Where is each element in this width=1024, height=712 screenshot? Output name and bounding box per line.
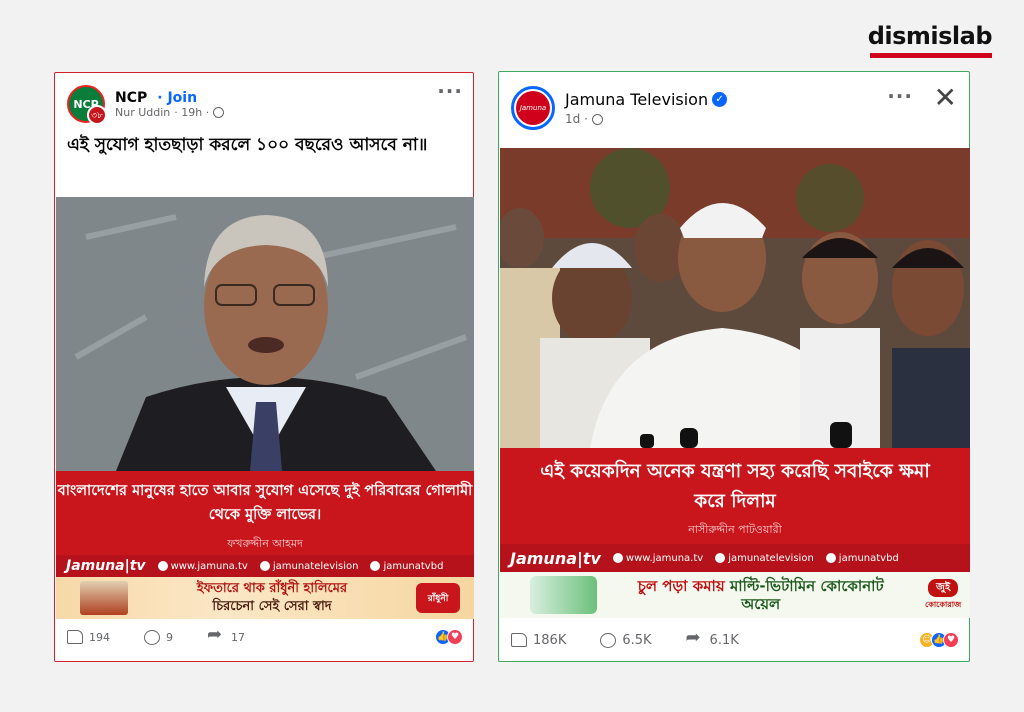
love-reaction-icon: ♥ [447, 629, 463, 645]
share-icon [207, 624, 225, 645]
ad-text-green: মাল্টি-ভিটামিন কোকোনাট অয়েল [729, 577, 884, 613]
post-photo[interactable] [500, 148, 970, 448]
share-count: 6.1K [709, 632, 739, 648]
like-count: 186K [533, 632, 567, 648]
banner-quote: বাংলাদেশের মানুষের হাতে আবার সুযোগ এসেছে… [57, 483, 473, 523]
post-photo[interactable] [56, 197, 474, 471]
post-caption: এই সুযোগ হাতছাড়া করলে ১০০ বছরেও আসবে না… [67, 135, 428, 155]
jamuna-logo: Jamuna|tv [66, 558, 146, 574]
jamuna-avatar-logo: Jamuna [516, 91, 550, 125]
page-avatar[interactable]: Jamuna [511, 86, 555, 130]
globe-icon [213, 106, 225, 118]
share-button[interactable]: 6.1K [686, 627, 739, 648]
comment-button[interactable]: 9 [144, 629, 173, 645]
group-name[interactable]: NCP [115, 90, 147, 106]
post-meta: Nur Uddin · 19h · [115, 106, 225, 119]
ad-line-1: ইফতারে থাক রাঁধুনী হালিমের [196, 581, 348, 596]
web-link-text: www.jamuna.tv [625, 552, 704, 564]
globe-icon [591, 113, 603, 125]
facebook-link-text: jamunatelevision [272, 560, 359, 572]
jamuna-brand-bar: Jamuna|tv www.jamuna.tv jamunatelevision… [500, 544, 970, 572]
post-meta: 1d · [565, 112, 727, 126]
quote-banner: বাংলাদেশের মানুষের হাতে আবার সুযোগ এসেছে… [56, 471, 474, 555]
facebook-icon [259, 561, 270, 571]
youtube-link: jamunatvbd [825, 552, 899, 564]
facebook-link-text: jamunatelevision [728, 552, 814, 564]
post-card-ncp: NCP ৩৮ NCP · Join Nur Uddin · 19h · ··· … [54, 72, 474, 662]
like-count: 194 [89, 630, 110, 644]
radhuni-logo: রাঁধুনী [416, 583, 460, 613]
banner-speaker: ফখরুদ্দীন আহমদ [227, 537, 303, 550]
ad-brand-name: কোকোরাজ [925, 599, 962, 609]
banner-speaker: নাসীরুদ্দীন পাটওয়ারী [688, 523, 782, 536]
author-name[interactable]: Nur Uddin [115, 106, 170, 119]
youtube-link-text: jamunatvbd [838, 552, 899, 564]
sponsor-ad-strip: চুল পড়া কমায় মাল্টি-ভিটামিন কোকোনাট অয… [500, 572, 970, 618]
jui-badge: জুই [928, 578, 959, 597]
photo-crowd-speaker [500, 148, 970, 448]
author-avatar[interactable]: ৩৮ [87, 105, 107, 125]
facebook-link: jamunatelevision [715, 553, 814, 564]
close-icon[interactable]: ✕ [934, 84, 957, 112]
share-icon [686, 627, 704, 648]
jamuna-brand-bar: Jamuna|tv www.jamuna.tv jamunatelevision… [56, 555, 474, 577]
watermark-underline [870, 53, 992, 58]
reaction-summary[interactable]: 👍 ♥ [435, 629, 463, 645]
post-time[interactable]: · 19h · [174, 106, 209, 119]
jamuna-logo: Jamuna|tv [510, 548, 601, 568]
facebook-icon [715, 553, 726, 563]
post-actions: 194 9 17 👍 ♥ [67, 624, 463, 645]
share-button[interactable]: 17 [207, 624, 245, 645]
web-link: www.jamuna.tv [157, 560, 248, 572]
photo-man-speaking [56, 197, 474, 471]
youtube-icon [370, 561, 381, 571]
youtube-icon [825, 553, 836, 563]
comment-count: 9 [166, 630, 173, 644]
cursor-icon [612, 553, 623, 563]
post-header: Jamuna Jamuna Television ✓ 1d · [511, 86, 728, 130]
comment-icon [144, 629, 160, 645]
group-avatar[interactable]: NCP ৩৮ [67, 85, 107, 125]
like-icon [67, 630, 83, 644]
page-name[interactable]: Jamuna Television [565, 90, 708, 109]
web-link-text: www.jamuna.tv [170, 560, 248, 572]
like-icon [511, 633, 527, 647]
dismislab-watermark: dismislab [867, 22, 993, 58]
ad-text: ইফতারে থাক রাঁধুনী হালিমের চিরচেনা সেই স… [128, 580, 416, 616]
comment-count: 6.5K [622, 632, 652, 648]
love-reaction-icon: ♥ [943, 632, 959, 648]
watermark-text: dismislab [867, 22, 993, 50]
verified-badge-icon: ✓ [712, 92, 728, 107]
jui-brand-logo: জুই কোকোরাজ [916, 578, 970, 612]
ad-text-red: চুল পড়া কমায় [637, 577, 725, 595]
like-button[interactable]: 194 [67, 630, 110, 644]
post-actions: 186K 6.5K 6.1K ☺ 👍 ♥ [511, 627, 959, 648]
youtube-link: jamunatvbd [370, 561, 443, 572]
facebook-link: jamunatelevision [259, 560, 359, 572]
ad-text: চুল পড়া কমায় মাল্টি-ভিটামিন কোকোনাট অয… [621, 577, 900, 613]
like-button[interactable]: 186K [511, 633, 566, 648]
oil-bottle-image [530, 576, 598, 614]
web-link: www.jamuna.tv [612, 552, 704, 564]
post-card-jamuna: Jamuna Jamuna Television ✓ 1d · ··· ✕ এই… [498, 71, 970, 662]
quote-banner: এই কয়েকদিন অনেক যন্ত্রণা সহ্য করেছি সবা… [500, 448, 970, 544]
comment-icon [600, 632, 617, 648]
youtube-link-text: jamunatvbd [383, 560, 444, 572]
post-time[interactable]: 1d · [565, 112, 588, 126]
join-button[interactable]: · Join [157, 90, 197, 106]
banner-quote: এই কয়েকদিন অনেক যন্ত্রণা সহ্য করেছি সবা… [540, 461, 930, 512]
more-options-icon[interactable]: ··· [437, 79, 463, 103]
reaction-summary[interactable]: ☺ 👍 ♥ [919, 632, 959, 648]
share-count: 17 [231, 630, 245, 644]
haleem-pack-image [80, 581, 128, 615]
post-header: NCP ৩৮ NCP · Join Nur Uddin · 19h · [67, 85, 225, 125]
cursor-icon [157, 561, 168, 571]
comment-button[interactable]: 6.5K [600, 632, 652, 648]
more-options-icon[interactable]: ··· [887, 84, 913, 108]
sponsor-ad-strip: ইফতারে থাক রাঁধুনী হালিমের চিরচেনা সেই স… [56, 577, 474, 619]
ad-line-2: চিরচেনা সেই সেরা স্বাদ [212, 599, 332, 614]
